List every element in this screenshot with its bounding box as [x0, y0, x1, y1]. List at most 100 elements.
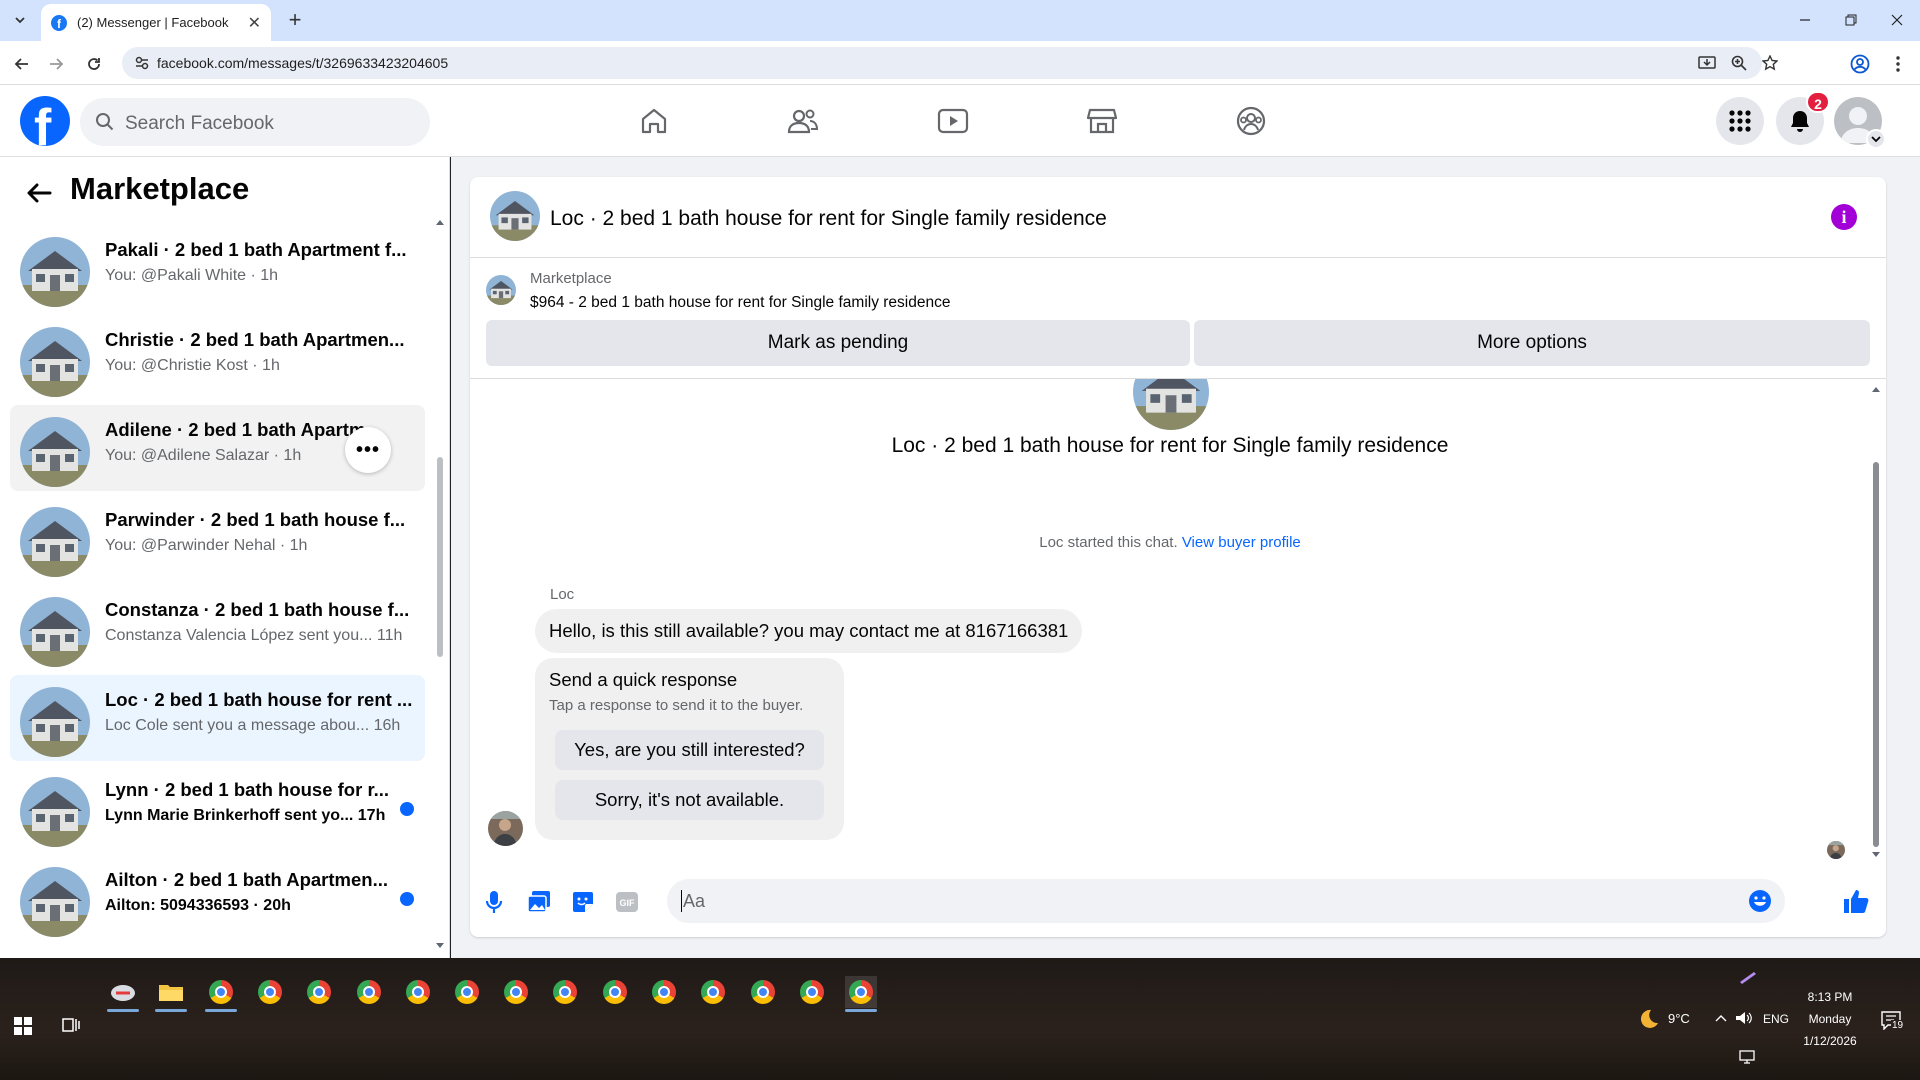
search-input[interactable]: Search Facebook — [80, 98, 430, 146]
profile-button[interactable] — [1848, 52, 1872, 76]
facebook-logo[interactable]: f — [20, 96, 70, 146]
chrome-icon[interactable] — [845, 976, 877, 1012]
chevron-up-icon[interactable] — [1715, 1014, 1727, 1022]
chat-avatar — [20, 597, 90, 667]
chrome-icon[interactable] — [796, 976, 828, 1008]
windows-start-icon[interactable] — [14, 1017, 32, 1035]
quick-response-sorry-button[interactable]: Sorry, it's not available. — [555, 780, 824, 820]
svg-text:GIF: GIF — [620, 898, 636, 908]
back-button[interactable] — [10, 52, 34, 76]
more-options-button[interactable]: More options — [1194, 320, 1870, 366]
running-indicator — [155, 1009, 187, 1012]
quick-response-yes-button[interactable]: Yes, are you still interested? — [555, 730, 824, 770]
chrome-icon[interactable] — [697, 976, 729, 1008]
conversation-title[interactable]: Loc · 2 bed 1 bath house for rent for Si… — [550, 207, 1107, 231]
volume-icon[interactable] — [1735, 1011, 1753, 1025]
mark-pending-button[interactable]: Mark as pending — [486, 320, 1190, 366]
chat-list-item[interactable]: Christie · 2 bed 1 bath Apartmen... You: … — [10, 315, 425, 401]
chrome-icon[interactable] — [303, 976, 335, 1008]
file-explorer-icon[interactable] — [155, 976, 187, 1012]
task-view-icon[interactable] — [62, 1016, 80, 1034]
language-indicator[interactable]: ENG — [1763, 1012, 1789, 1026]
chrome-icon[interactable] — [205, 976, 237, 1012]
network-icon[interactable] — [1739, 1050, 1755, 1064]
reload-button[interactable] — [82, 52, 106, 76]
forward-button[interactable] — [44, 52, 68, 76]
chrome-icon[interactable] — [747, 976, 779, 1008]
listing-thumbnail[interactable] — [486, 275, 516, 305]
chat-list-item[interactable]: Adilene · 2 bed 1 bath Apartm... You: @Ad… — [10, 405, 425, 491]
new-tab-button[interactable]: + — [282, 8, 308, 34]
listing-avatar[interactable] — [490, 191, 540, 241]
chrome-icon[interactable] — [549, 976, 581, 1008]
sender-avatar[interactable] — [488, 811, 523, 846]
chrome-icon[interactable] — [402, 976, 434, 1008]
quick-response-card: Send a quick response Tap a response to … — [535, 658, 844, 840]
voice-clip-button[interactable] — [481, 889, 507, 915]
scroll-up-icon[interactable] — [1872, 386, 1880, 392]
restore-button[interactable] — [1836, 7, 1866, 33]
menu-grid-button[interactable] — [1716, 97, 1764, 145]
running-indicator — [205, 1009, 237, 1012]
chat-list-item[interactable]: Parwinder · 2 bed 1 bath house f... You: … — [10, 495, 425, 581]
clock[interactable]: 8:13 PM Monday 1/12/2026 — [1800, 986, 1860, 1052]
chrome-icon[interactable] — [451, 976, 483, 1008]
chrome-icon[interactable] — [599, 976, 631, 1008]
chrome-icon[interactable] — [254, 976, 286, 1008]
message-input[interactable]: Aa — [667, 879, 1785, 923]
minimize-button[interactable] — [1790, 7, 1820, 33]
install-app-icon — [1698, 56, 1716, 69]
chat-list-item[interactable]: Constanza · 2 bed 1 bath house f... Const… — [10, 585, 425, 671]
chat-avatar — [20, 777, 90, 847]
gif-button[interactable]: GIF — [614, 889, 640, 915]
thread-scrollbar[interactable] — [1873, 462, 1879, 847]
scroll-down-icon[interactable] — [1872, 852, 1880, 858]
facebook-favicon-icon: f — [51, 14, 67, 31]
like-button[interactable] — [1841, 886, 1871, 916]
weather-temp[interactable]: 9°C — [1668, 1011, 1690, 1026]
chat-list-item[interactable]: Ailton · 2 bed 1 bath Apartmen... Ailton:… — [10, 855, 425, 941]
facebook-header: f Search Facebook — [0, 85, 1920, 157]
nav-watch[interactable] — [933, 103, 973, 139]
sidebar-scrollbar[interactable] — [437, 457, 443, 657]
chrome-icon — [455, 980, 479, 1004]
sticker-button[interactable] — [570, 889, 596, 915]
scroll-up-icon[interactable] — [436, 219, 444, 225]
chat-list-item[interactable]: Lynn · 2 bed 1 bath house for r... Lynn M… — [10, 765, 425, 851]
chat-options-button[interactable]: ••• — [345, 427, 391, 473]
chrome-icon — [553, 980, 577, 1004]
chrome-icon[interactable] — [648, 976, 680, 1008]
emoji-icon[interactable] — [1748, 889, 1772, 913]
message-bubble[interactable]: Hello, is this still available? you may … — [535, 609, 1083, 653]
marketplace-sidebar: Marketplace Pakali · 2 bed 1 bath Apartm… — [0, 157, 450, 958]
moon-weather-icon[interactable] — [1637, 1008, 1659, 1030]
browser-tab[interactable]: f (2) Messenger | Facebook ✕ — [41, 4, 271, 41]
bookmark-star-icon — [1762, 55, 1778, 71]
back-arrow-icon[interactable] — [26, 182, 52, 204]
nav-groups[interactable] — [1231, 103, 1271, 139]
nav-marketplace[interactable] — [1082, 103, 1122, 139]
chat-list-item[interactable]: Pakali · 2 bed 1 bath Apartment f... You:… — [10, 225, 425, 311]
chat-preview: You: @Adilene Salazar · 1h — [105, 447, 302, 464]
tab-search-dropdown[interactable] — [9, 9, 31, 31]
chrome-icon[interactable] — [353, 976, 385, 1008]
listing-title[interactable]: $964 - 2 bed 1 bath house for rent for S… — [530, 294, 950, 312]
account-menu-chevron[interactable] — [1866, 129, 1886, 149]
app-icon[interactable] — [107, 976, 139, 1012]
nav-friends[interactable] — [783, 103, 823, 139]
chat-list-item[interactable]: Loc · 2 bed 1 bath house for rent ... Loc… — [10, 675, 425, 761]
chevron-down-icon — [1871, 136, 1881, 143]
pen-icon[interactable] — [1738, 970, 1758, 984]
view-buyer-profile-link[interactable]: View buyer profile — [1182, 534, 1301, 551]
browser-menu-button[interactable] — [1886, 52, 1910, 76]
address-bar[interactable]: facebook.com/messages/t/3269633423204605 — [122, 47, 1778, 79]
listing-hero-avatar — [1133, 379, 1209, 430]
close-window-button[interactable] — [1882, 7, 1912, 33]
scroll-down-icon[interactable] — [436, 943, 444, 949]
folder-icon — [159, 985, 183, 1001]
nav-home[interactable] — [634, 103, 674, 139]
attach-photo-button[interactable] — [526, 889, 552, 915]
info-icon[interactable]: i — [1831, 204, 1857, 230]
close-tab-icon[interactable]: ✕ — [248, 13, 261, 33]
chrome-icon[interactable] — [500, 976, 532, 1008]
